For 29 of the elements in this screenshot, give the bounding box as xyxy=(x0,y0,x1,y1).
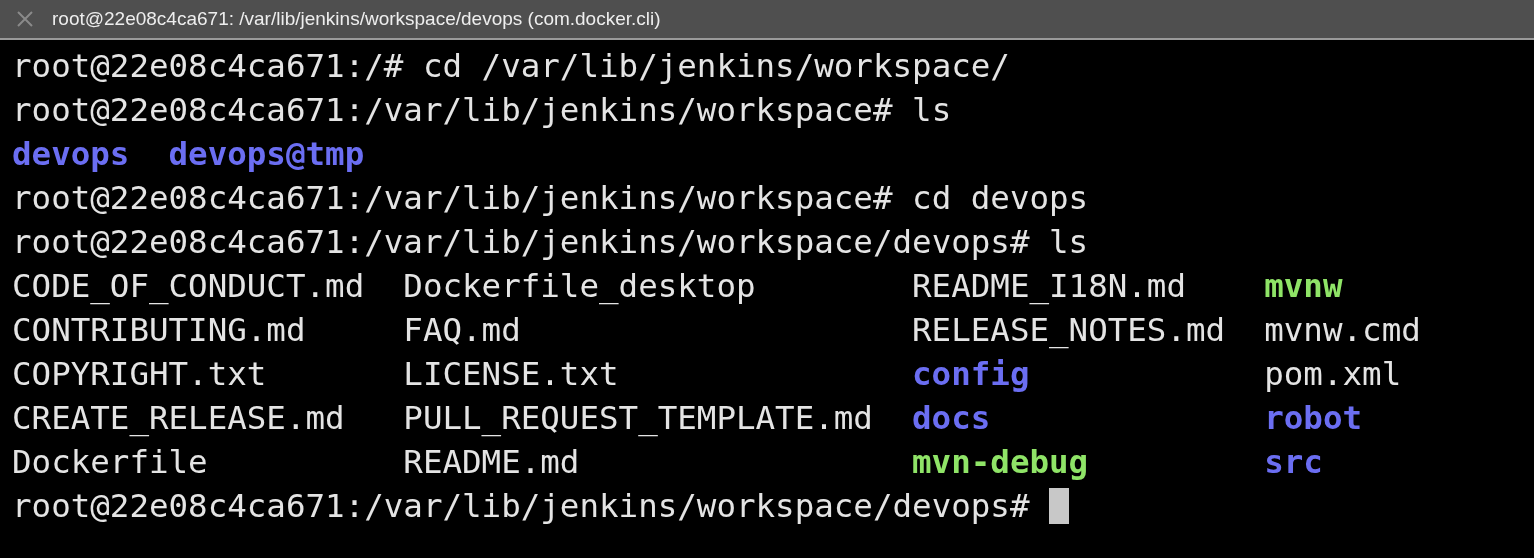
file-name: README.md xyxy=(403,442,580,483)
window-title: root@22e08c4ca671: /var/lib/jenkins/workspace/devops (com.docker.cli) xyxy=(52,8,661,30)
executable-name: mvnw xyxy=(1264,266,1343,307)
file-name: CREATE_RELEASE.md xyxy=(12,398,345,439)
executable-name: mvn-debug xyxy=(912,442,1089,483)
file-name: mvnw.cmd xyxy=(1264,310,1421,351)
directory-name: docs xyxy=(912,398,991,439)
file-name: CODE_OF_CONDUCT.md xyxy=(12,266,365,307)
command-line: root@22e08c4ca671:/var/lib/jenkins/workspace/devops# xyxy=(12,486,1030,527)
command-line: root@22e08c4ca671:/# cd /var/lib/jenkins/workspace/ xyxy=(12,46,1010,87)
file-name: LICENSE.txt xyxy=(403,354,619,395)
directory-name: config xyxy=(912,354,1030,395)
directory-name: src xyxy=(1264,442,1323,483)
directory-name: devops xyxy=(12,134,130,175)
file-name: RELEASE_NOTES.md xyxy=(912,310,1226,351)
directory-name: devops@tmp xyxy=(168,134,365,175)
command-line: root@22e08c4ca671:/var/lib/jenkins/workspace/devops# ls xyxy=(12,222,1089,263)
file-name: pom.xml xyxy=(1264,354,1402,395)
close-icon[interactable] xyxy=(16,10,34,28)
file-name: CONTRIBUTING.md xyxy=(12,310,306,351)
command-line: root@22e08c4ca671:/var/lib/jenkins/workspace# ls xyxy=(12,90,952,131)
file-name: Dockerfile xyxy=(12,442,208,483)
file-name: Dockerfile_desktop xyxy=(403,266,756,307)
command-line: root@22e08c4ca671:/var/lib/jenkins/workspace# cd devops xyxy=(12,178,1089,219)
directory-name: robot xyxy=(1264,398,1363,439)
file-name: FAQ.md xyxy=(403,310,521,351)
file-name: COPYRIGHT.txt xyxy=(12,354,267,395)
file-name: README_I18N.md xyxy=(912,266,1186,307)
file-name: PULL_REQUEST_TEMPLATE.md xyxy=(403,398,873,439)
